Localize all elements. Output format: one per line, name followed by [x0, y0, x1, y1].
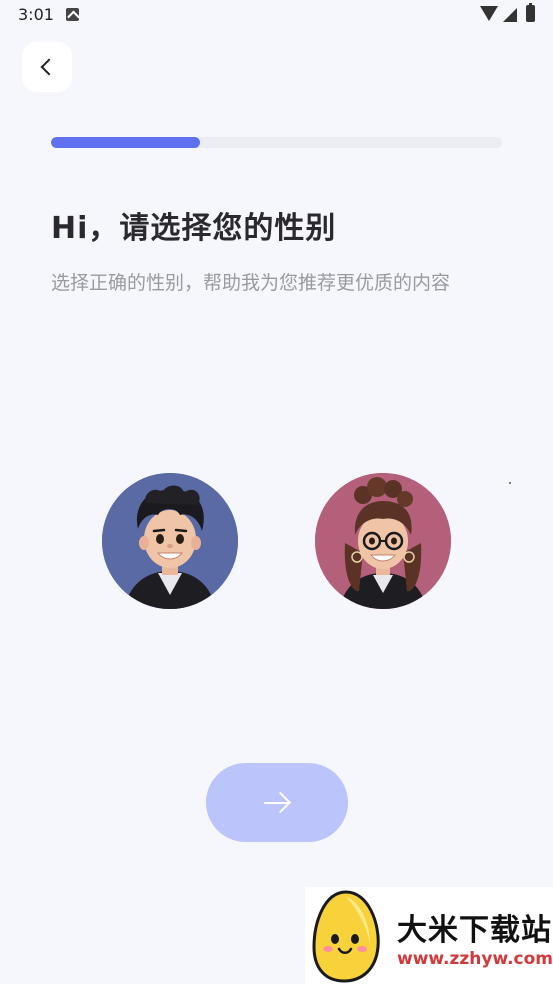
signal-icon	[503, 8, 517, 22]
watermark-url: www.zzhyw.com	[397, 949, 553, 969]
next-button[interactable]	[206, 763, 348, 842]
watermark: 大米下载站 www.zzhyw.com	[305, 887, 553, 984]
progress-bar	[51, 137, 502, 148]
status-time: 3:01	[18, 5, 54, 24]
status-bar: 3:01	[0, 0, 553, 32]
watermark-title: 大米下载站	[397, 913, 552, 948]
male-option-button[interactable]	[102, 473, 238, 609]
notification-icon	[66, 8, 79, 21]
back-button[interactable]	[22, 42, 72, 92]
male-avatar-icon	[102, 473, 238, 609]
progress-fill	[51, 137, 200, 148]
female-avatar-icon	[315, 473, 451, 609]
page-title: Hi，请选择您的性别	[51, 211, 337, 246]
mascot-logo-icon	[312, 890, 380, 983]
female-option-button[interactable]	[315, 473, 451, 609]
gender-selection-screen: 3:01 Hi，请选择您的性别 选择正确的性别，帮助我为您推荐更优质的内容 大米…	[0, 0, 553, 984]
page-subtitle: 选择正确的性别，帮助我为您推荐更优质的内容	[51, 272, 451, 294]
wifi-icon	[480, 6, 498, 21]
decorative-dot	[509, 482, 511, 484]
battery-icon	[526, 3, 535, 22]
chevron-left-icon	[40, 58, 58, 76]
arrow-right-icon	[264, 792, 290, 814]
